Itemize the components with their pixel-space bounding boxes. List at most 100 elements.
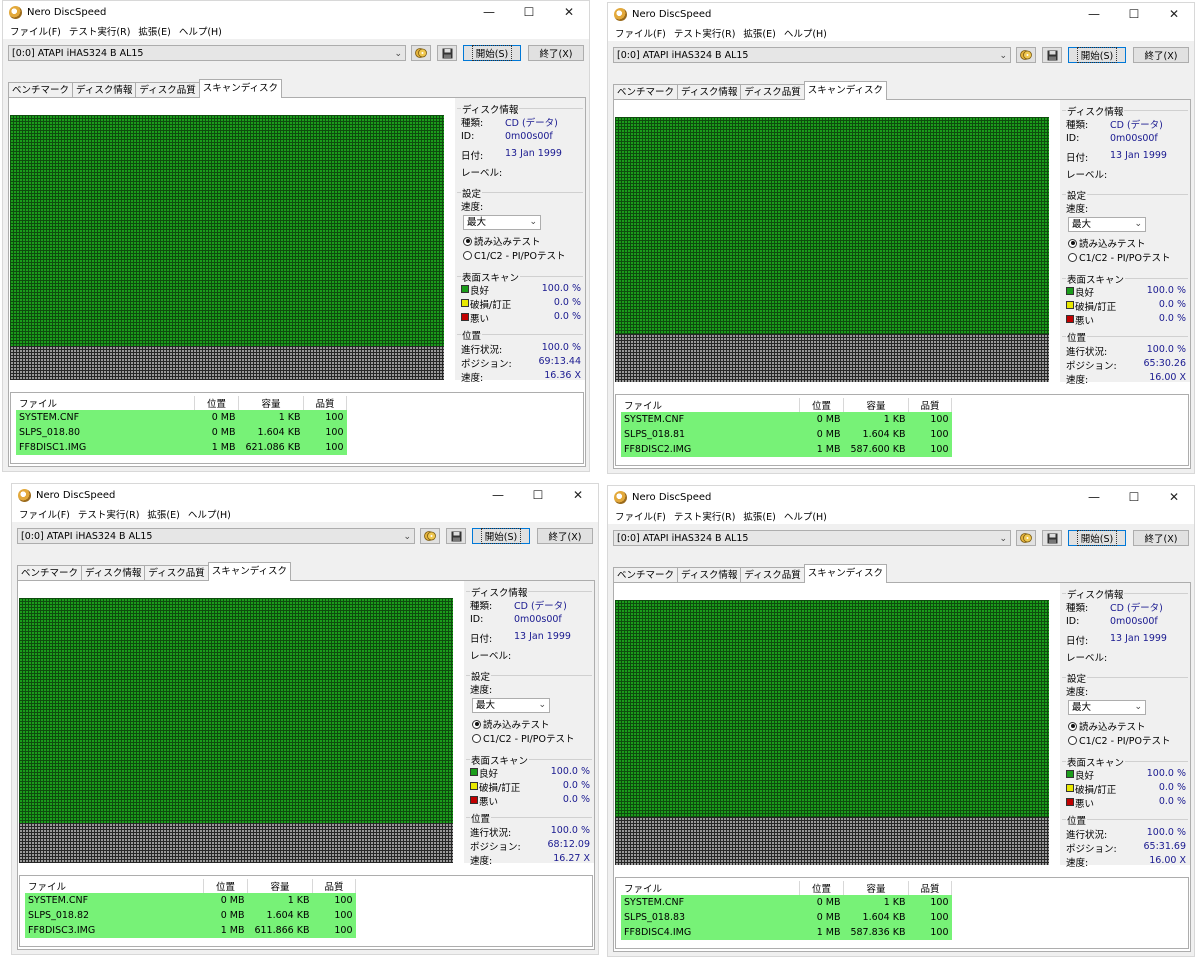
table-row[interactable]: SLPS_018.83 0 MB 1.604 KB 100 (621, 910, 952, 925)
exit-button[interactable]: 終了(X) (528, 45, 584, 61)
col-position-header[interactable]: 位置 (203, 879, 248, 893)
table-row[interactable]: SYSTEM.CNF 0 MB 1 KB 100 (25, 893, 356, 908)
c1c2-test-radio[interactable]: C1/C2 - PI/POテスト (463, 249, 565, 262)
col-quality-header[interactable]: 品質 (908, 398, 952, 412)
speed-select[interactable]: 最大 ⌄ (463, 215, 541, 230)
read-test-radio[interactable]: 読み込みテスト (1068, 237, 1146, 250)
maximize-icon[interactable]: ☐ (1114, 486, 1154, 508)
tab-benchmark[interactable]: ベンチマーク (8, 82, 74, 98)
title-bar[interactable]: Nero DiscSpeed — ☐ ✕ (3, 1, 589, 23)
minimize-icon[interactable]: — (469, 1, 509, 23)
menu-extensions[interactable]: 拡張(E) (739, 509, 779, 523)
drive-select[interactable]: [0:0] ATAPI iHAS324 B AL15 ⌄ (613, 47, 1011, 63)
table-row[interactable]: FF8DISC2.IMG 1 MB 587.600 KB 100 (621, 442, 952, 457)
table-row[interactable]: SLPS_018.82 0 MB 1.604 KB 100 (25, 908, 356, 923)
tab-benchmark[interactable]: ベンチマーク (17, 565, 83, 581)
maximize-icon[interactable]: ☐ (509, 1, 549, 23)
col-position-header[interactable]: 位置 (799, 881, 844, 895)
drive-select[interactable]: [0:0] ATAPI iHAS324 B AL15 ⌄ (8, 45, 406, 61)
minimize-icon[interactable]: — (1074, 486, 1114, 508)
maximize-icon[interactable]: ☐ (1114, 3, 1154, 25)
save-button[interactable] (1042, 530, 1062, 546)
save-button[interactable] (437, 45, 457, 61)
col-file-header[interactable]: ファイル (16, 396, 195, 410)
minimize-icon[interactable]: — (1074, 3, 1114, 25)
table-row[interactable]: SYSTEM.CNF 0 MB 1 KB 100 (621, 895, 952, 910)
menu-test[interactable]: テスト実行(R) (74, 507, 144, 521)
col-position-header[interactable]: 位置 (194, 396, 239, 410)
c1c2-test-radio[interactable]: C1/C2 - PI/POテスト (1068, 734, 1170, 747)
menu-extensions[interactable]: 拡張(E) (739, 26, 779, 40)
col-quality-header[interactable]: 品質 (303, 396, 347, 410)
tab-disc-info[interactable]: ディスク情報 (677, 84, 742, 100)
col-size-header[interactable]: 容量 (843, 881, 909, 895)
menu-test[interactable]: テスト実行(R) (65, 24, 135, 38)
menu-test[interactable]: テスト実行(R) (670, 509, 740, 523)
close-icon[interactable]: ✕ (558, 484, 598, 506)
menu-extensions[interactable]: 拡張(E) (134, 24, 174, 38)
speed-select[interactable]: 最大 ⌄ (1068, 217, 1146, 232)
title-bar[interactable]: Nero DiscSpeed — ☐ ✕ (12, 484, 598, 506)
table-row[interactable]: FF8DISC3.IMG 1 MB 611.866 KB 100 (25, 923, 356, 938)
close-icon[interactable]: ✕ (1154, 486, 1194, 508)
tab-disc-info[interactable]: ディスク情報 (677, 567, 742, 583)
drive-select[interactable]: [0:0] ATAPI iHAS324 B AL15 ⌄ (613, 530, 1011, 546)
menu-extensions[interactable]: 拡張(E) (143, 507, 183, 521)
col-quality-header[interactable]: 品質 (312, 879, 356, 893)
tab-disc-info[interactable]: ディスク情報 (81, 565, 146, 581)
col-file-header[interactable]: ファイル (621, 398, 800, 412)
col-size-header[interactable]: 容量 (238, 396, 304, 410)
tab-benchmark[interactable]: ベンチマーク (613, 84, 679, 100)
menu-help[interactable]: ヘルプ(H) (184, 507, 235, 521)
speed-select[interactable]: 最大 ⌄ (1068, 700, 1146, 715)
table-row[interactable]: FF8DISC1.IMG 1 MB 621.086 KB 100 (16, 440, 347, 455)
table-row[interactable]: SYSTEM.CNF 0 MB 1 KB 100 (16, 410, 347, 425)
menu-help[interactable]: ヘルプ(H) (780, 509, 831, 523)
col-file-header[interactable]: ファイル (621, 881, 800, 895)
tab-scan-disc[interactable]: スキャンディスク (207, 562, 292, 581)
col-quality-header[interactable]: 品質 (908, 881, 952, 895)
close-icon[interactable]: ✕ (1154, 3, 1194, 25)
read-test-radio[interactable]: 読み込みテスト (463, 235, 541, 248)
read-test-radio[interactable]: 読み込みテスト (1068, 720, 1146, 733)
read-test-radio[interactable]: 読み込みテスト (472, 718, 550, 731)
col-file-header[interactable]: ファイル (25, 879, 204, 893)
exit-button[interactable]: 終了(X) (1133, 530, 1189, 546)
start-button[interactable]: 開始(S) (1068, 530, 1126, 546)
tab-disc-quality[interactable]: ディスク品質 (740, 567, 805, 583)
table-row[interactable]: SLPS_018.80 0 MB 1.604 KB 100 (16, 425, 347, 440)
tab-disc-quality[interactable]: ディスク品質 (135, 82, 200, 98)
close-icon[interactable]: ✕ (549, 1, 589, 23)
speed-select[interactable]: 最大 ⌄ (472, 698, 550, 713)
col-size-header[interactable]: 容量 (843, 398, 909, 412)
table-row[interactable]: SLPS_018.81 0 MB 1.604 KB 100 (621, 427, 952, 442)
title-bar[interactable]: Nero DiscSpeed — ☐ ✕ (608, 3, 1194, 25)
minimize-icon[interactable]: — (478, 484, 518, 506)
tab-benchmark[interactable]: ベンチマーク (613, 567, 679, 583)
tab-disc-quality[interactable]: ディスク品質 (740, 84, 805, 100)
exit-button[interactable]: 終了(X) (537, 528, 593, 544)
table-row[interactable]: FF8DISC4.IMG 1 MB 587.836 KB 100 (621, 925, 952, 940)
title-bar[interactable]: Nero DiscSpeed — ☐ ✕ (608, 486, 1194, 508)
menu-file[interactable]: ファイル(F) (15, 507, 74, 521)
tab-scan-disc[interactable]: スキャンディスク (198, 79, 283, 98)
menu-help[interactable]: ヘルプ(H) (175, 24, 226, 38)
col-position-header[interactable]: 位置 (799, 398, 844, 412)
drive-select[interactable]: [0:0] ATAPI iHAS324 B AL15 ⌄ (17, 528, 415, 544)
menu-file[interactable]: ファイル(F) (6, 24, 65, 38)
start-button[interactable]: 開始(S) (463, 45, 521, 61)
tab-disc-quality[interactable]: ディスク品質 (144, 565, 209, 581)
col-size-header[interactable]: 容量 (247, 879, 313, 893)
start-button[interactable]: 開始(S) (1068, 47, 1126, 63)
refresh-drives-button[interactable] (1016, 47, 1036, 63)
start-button[interactable]: 開始(S) (472, 528, 530, 544)
menu-help[interactable]: ヘルプ(H) (780, 26, 831, 40)
menu-file[interactable]: ファイル(F) (611, 509, 670, 523)
c1c2-test-radio[interactable]: C1/C2 - PI/POテスト (472, 732, 574, 745)
maximize-icon[interactable]: ☐ (518, 484, 558, 506)
menu-test[interactable]: テスト実行(R) (670, 26, 740, 40)
table-row[interactable]: SYSTEM.CNF 0 MB 1 KB 100 (621, 412, 952, 427)
tab-scan-disc[interactable]: スキャンディスク (803, 564, 888, 583)
refresh-drives-button[interactable] (411, 45, 431, 61)
tab-scan-disc[interactable]: スキャンディスク (803, 81, 888, 100)
